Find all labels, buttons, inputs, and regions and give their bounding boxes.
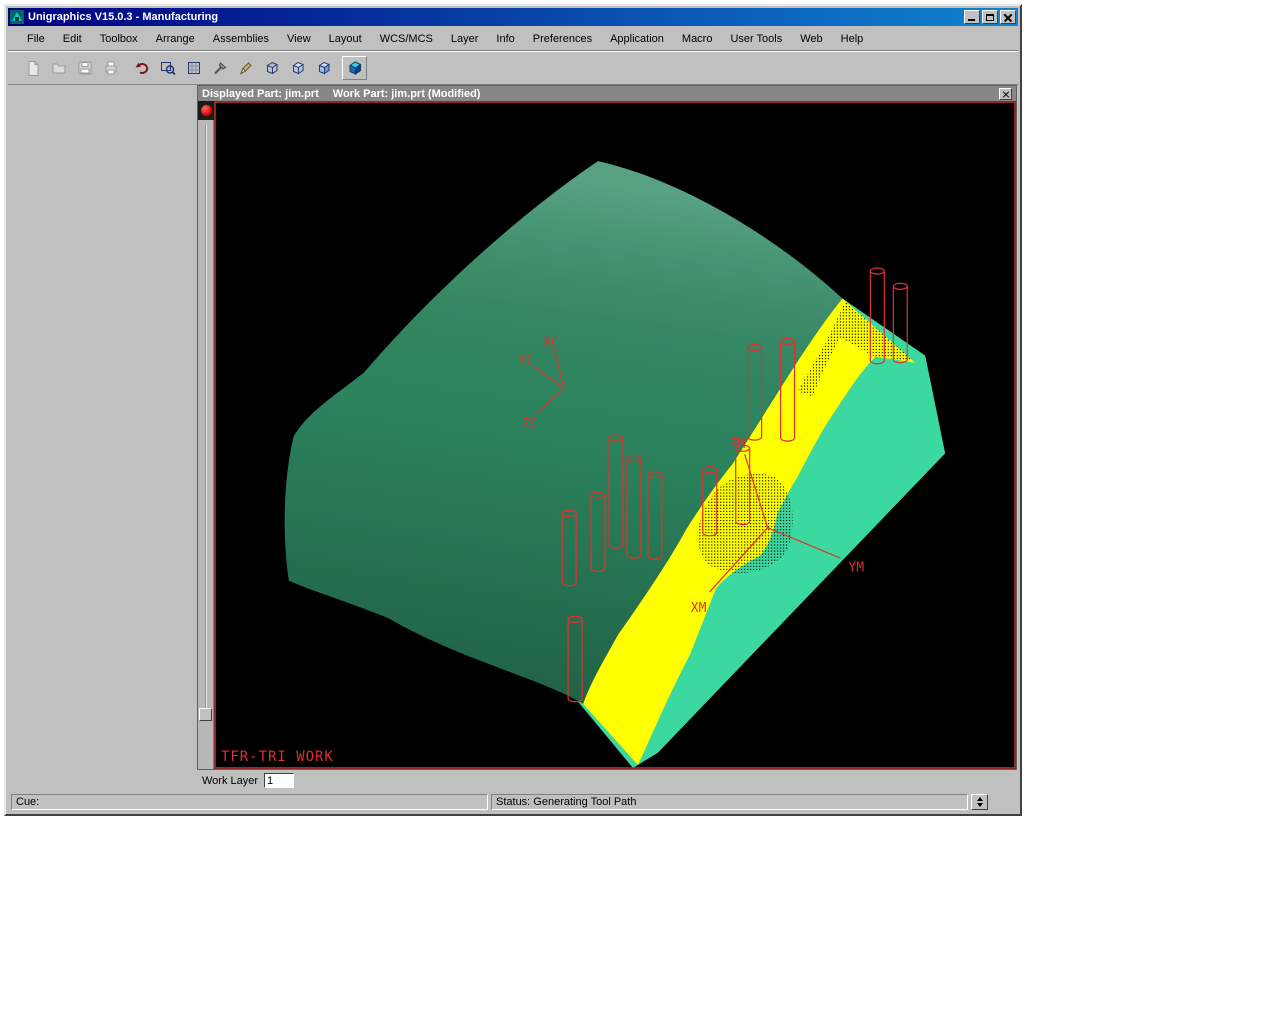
cue-text: Cue: bbox=[16, 796, 39, 808]
menu-edit[interactable]: Edit bbox=[54, 30, 91, 48]
undo-arrow-icon bbox=[134, 60, 150, 76]
status-text: Status: Generating Tool Path bbox=[496, 796, 636, 808]
close-button[interactable] bbox=[1000, 10, 1016, 24]
left-panel bbox=[8, 85, 197, 770]
tool-button[interactable] bbox=[207, 56, 232, 80]
scroll-down-icon bbox=[977, 803, 983, 807]
toolbar bbox=[8, 52, 1018, 85]
menu-preferences[interactable]: Preferences bbox=[524, 30, 601, 48]
xc-axis-label: XC bbox=[543, 335, 559, 350]
main-area: Displayed Part: jim.prt Work Part: jim.p… bbox=[8, 85, 1018, 770]
scroll-up-icon bbox=[977, 797, 983, 801]
status-scroll-button[interactable] bbox=[971, 794, 988, 810]
strip-track[interactable] bbox=[205, 125, 207, 709]
maximize-button[interactable] bbox=[982, 10, 998, 24]
window-title: Unigraphics V15.0.3 - Manufacturing bbox=[28, 11, 964, 23]
strip-thumb[interactable] bbox=[199, 708, 212, 721]
titlebar[interactable]: Unigraphics V15.0.3 - Manufacturing bbox=[8, 8, 1018, 26]
minimize-button[interactable] bbox=[964, 10, 980, 24]
menu-assemblies[interactable]: Assemblies bbox=[204, 30, 278, 48]
view-wireframe-button[interactable] bbox=[259, 56, 284, 80]
graphics-window-header[interactable]: Displayed Part: jim.prt Work Part: jim.p… bbox=[198, 86, 1016, 101]
zm-axis-label: ZM bbox=[730, 437, 746, 452]
save-disk-icon bbox=[77, 60, 93, 76]
statusbar: Cue: Status: Generating Tool Path bbox=[8, 791, 1018, 812]
close-icon bbox=[1004, 14, 1012, 21]
app-logo-icon bbox=[10, 10, 24, 24]
menu-application[interactable]: Application bbox=[601, 30, 673, 48]
printer-icon bbox=[103, 60, 119, 76]
app-window: Unigraphics V15.0.3 - Manufacturing File… bbox=[4, 4, 1022, 816]
menu-wcs-mcs[interactable]: WCS/MCS bbox=[371, 30, 442, 48]
save-part-button[interactable] bbox=[72, 56, 97, 80]
open-folder-icon bbox=[51, 60, 67, 76]
menu-view[interactable]: View bbox=[278, 30, 320, 48]
view-faceted-button[interactable] bbox=[311, 56, 336, 80]
menu-file[interactable]: File bbox=[18, 30, 54, 48]
cube-wireframe-icon bbox=[264, 60, 280, 76]
new-part-button[interactable] bbox=[20, 56, 45, 80]
maximize-icon bbox=[986, 14, 994, 21]
graphics-window: Displayed Part: jim.prt Work Part: jim.p… bbox=[197, 85, 1017, 770]
zc-axis-label: ZC bbox=[522, 417, 538, 432]
graphics-side-strip bbox=[198, 101, 214, 769]
yc-axis-label: YC bbox=[518, 354, 534, 369]
ym-axis-label: YM bbox=[848, 560, 864, 575]
viewport[interactable]: XC YC ZC ZM XM YM TFR-TRI WORK bbox=[214, 101, 1016, 769]
graphics-close-button[interactable] bbox=[999, 88, 1012, 100]
menu-user-tools[interactable]: User Tools bbox=[721, 30, 791, 48]
fit-view-icon bbox=[186, 60, 202, 76]
work-layer-row: Work Layer bbox=[8, 770, 1018, 791]
menu-web[interactable]: Web bbox=[791, 30, 831, 48]
fit-view-button[interactable] bbox=[181, 56, 206, 80]
menu-help[interactable]: Help bbox=[832, 30, 873, 48]
cube-hidden-edge-icon bbox=[290, 60, 306, 76]
3d-scene: XC YC ZC ZM XM YM TFR-TRI WORK bbox=[214, 101, 1016, 769]
zoom-button[interactable] bbox=[155, 56, 180, 80]
work-layer-label: Work Layer bbox=[202, 775, 258, 787]
menu-toolbox[interactable]: Toolbox bbox=[91, 30, 147, 48]
hatchet-icon bbox=[212, 60, 228, 76]
menu-layer[interactable]: Layer bbox=[442, 30, 488, 48]
interrupt-light-icon bbox=[201, 105, 212, 116]
pencil-icon bbox=[238, 60, 254, 76]
displayed-part-label: Displayed Part: jim.prt bbox=[202, 88, 319, 100]
undo-button[interactable] bbox=[129, 56, 154, 80]
menu-layout[interactable]: Layout bbox=[320, 30, 371, 48]
view-hidden-button[interactable] bbox=[285, 56, 310, 80]
csys-status-note: TFR-TRI WORK bbox=[221, 749, 334, 765]
cue-panel: Cue: bbox=[11, 794, 488, 810]
new-document-icon bbox=[25, 60, 41, 76]
status-panel: Status: Generating Tool Path bbox=[491, 794, 968, 810]
plot-button[interactable] bbox=[98, 56, 123, 80]
work-part-label: Work Part: jim.prt (Modified) bbox=[333, 88, 481, 100]
shaded-cube-icon bbox=[347, 60, 363, 76]
minimize-icon bbox=[968, 19, 975, 21]
open-part-button[interactable] bbox=[46, 56, 71, 80]
menubar: File Edit Toolbox Arrange Assemblies Vie… bbox=[8, 27, 1018, 51]
shaded-view-button[interactable] bbox=[342, 56, 367, 80]
interrupt-button[interactable] bbox=[198, 101, 214, 120]
menu-macro[interactable]: Macro bbox=[673, 30, 722, 48]
sketch-button[interactable] bbox=[233, 56, 258, 80]
magnifier-icon bbox=[160, 60, 176, 76]
cube-faceted-icon bbox=[316, 60, 332, 76]
xm-axis-label: XM bbox=[691, 601, 707, 616]
menu-info[interactable]: Info bbox=[487, 30, 523, 48]
work-layer-input[interactable] bbox=[264, 773, 294, 788]
graphics-close-icon bbox=[1003, 91, 1009, 97]
menu-arrange[interactable]: Arrange bbox=[147, 30, 204, 48]
